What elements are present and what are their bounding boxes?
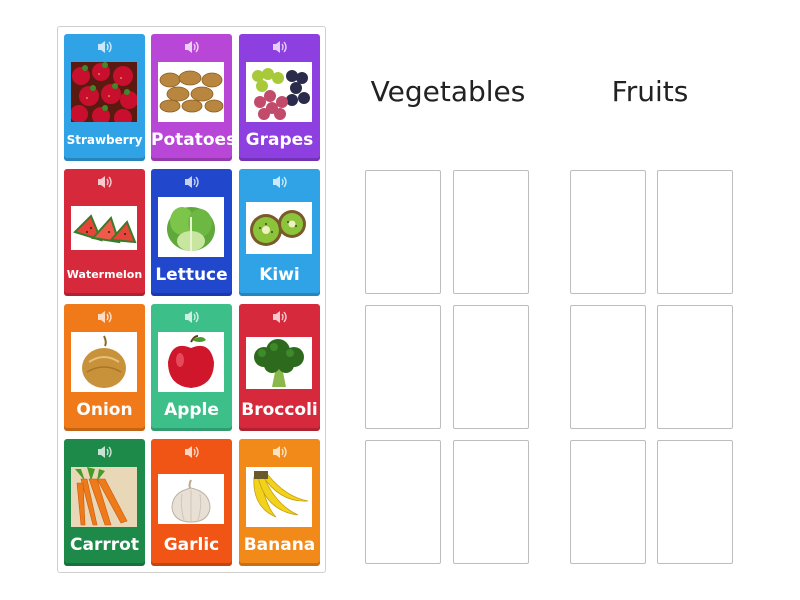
vegetables-drop-slot[interactable] (453, 440, 529, 564)
card-label: Onion (76, 400, 133, 420)
speaker-icon[interactable] (183, 310, 201, 324)
card-lettuce[interactable]: Lettuce (151, 169, 232, 296)
speaker-icon[interactable] (271, 310, 289, 324)
card-label: Lettuce (155, 265, 228, 285)
speaker-icon[interactable] (271, 175, 289, 189)
speaker-icon[interactable] (271, 445, 289, 459)
garlic-image (158, 474, 224, 524)
card-onion[interactable]: Onion (64, 304, 145, 431)
lettuce-image (158, 197, 224, 257)
card-label: Potatoes (151, 130, 237, 150)
onion-image (71, 332, 137, 392)
card-watermelon[interactable]: Watermelon (64, 169, 145, 296)
group-heading-fruits: Fruits (611, 75, 689, 108)
card-label: Banana (243, 535, 316, 555)
card-label: Watermelon (66, 268, 143, 281)
watermelon-image (71, 206, 137, 250)
kiwi-image (246, 202, 312, 254)
strawberry-image (71, 62, 137, 122)
card-carrot[interactable]: Carrrot (64, 439, 145, 566)
apple-image (158, 332, 224, 392)
card-potatoes[interactable]: Potatoes (151, 34, 237, 161)
vegetables-drop-slot[interactable] (365, 440, 441, 564)
fruits-drop-slot[interactable] (570, 305, 646, 429)
broccoli-image (246, 337, 312, 389)
potatoes-image (158, 62, 224, 122)
card-broccoli[interactable]: Broccoli (239, 304, 320, 431)
fruits-drop-slot[interactable] (570, 440, 646, 564)
card-grapes[interactable]: Grapes (239, 34, 320, 161)
vegetables-drop-slot[interactable] (453, 305, 529, 429)
speaker-icon[interactable] (271, 40, 289, 54)
banana-image (246, 467, 312, 527)
card-label: Garlic (163, 535, 220, 555)
vegetables-drop-slot[interactable] (453, 170, 529, 294)
speaker-icon[interactable] (183, 175, 201, 189)
speaker-icon[interactable] (183, 445, 201, 459)
card-label: Carrrot (70, 535, 139, 555)
group-heading-vegetables: Vegetables (370, 75, 526, 108)
speaker-icon[interactable] (96, 175, 114, 189)
vegetables-drop-slot[interactable] (365, 305, 441, 429)
card-kiwi[interactable]: Kiwi (239, 169, 320, 296)
fruits-drop-slot[interactable] (657, 170, 733, 294)
card-label: Grapes (245, 130, 314, 150)
card-label: Broccoli (241, 400, 318, 420)
speaker-icon[interactable] (183, 40, 201, 54)
card-label: Apple (164, 400, 219, 420)
speaker-icon[interactable] (96, 310, 114, 324)
fruits-drop-slot[interactable] (657, 440, 733, 564)
vegetables-drop-slot[interactable] (365, 170, 441, 294)
carrot-image (71, 467, 137, 527)
card-label: Kiwi (259, 265, 300, 285)
card-garlic[interactable]: Garlic (151, 439, 232, 566)
card-apple[interactable]: Apple (151, 304, 232, 431)
speaker-icon[interactable] (96, 445, 114, 459)
card-strawberry[interactable]: Strawberry (64, 34, 145, 161)
fruits-drop-slot[interactable] (657, 305, 733, 429)
fruits-drop-slot[interactable] (570, 170, 646, 294)
speaker-icon[interactable] (96, 40, 114, 54)
grapes-image (246, 62, 312, 122)
card-label: Strawberry (66, 133, 143, 147)
card-banana[interactable]: Banana (239, 439, 320, 566)
